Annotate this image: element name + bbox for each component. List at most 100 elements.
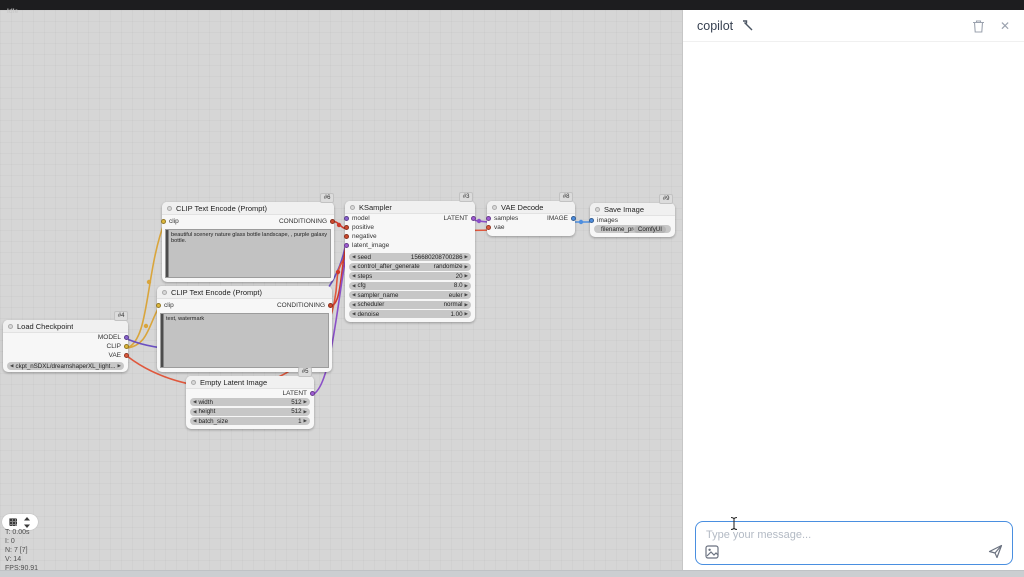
hammer-icon	[741, 19, 754, 32]
decrement-arrow-icon[interactable]: ◀	[352, 253, 355, 261]
input-port-model[interactable]	[344, 216, 349, 221]
collapse-dot-icon[interactable]	[350, 205, 355, 210]
output-port-clip[interactable]	[124, 344, 129, 349]
widget-cfg[interactable]: ◀cfg8.0▶	[349, 282, 471, 290]
node-ksampler[interactable]: #3 KSampler model LATENT positive negati…	[345, 201, 475, 322]
increment-arrow-icon[interactable]: ▶	[304, 398, 307, 406]
copilot-panel: copilot ✕	[682, 10, 1024, 577]
collapse-dot-icon[interactable]	[8, 324, 13, 329]
widget-seed[interactable]: ◀seed156680208700286▶	[349, 253, 471, 261]
widget-height[interactable]: ◀height512▶	[190, 408, 310, 416]
widget-width[interactable]: ◀width512▶	[190, 398, 310, 406]
increment-arrow-icon[interactable]: ▶	[118, 362, 121, 370]
widget-denoise[interactable]: ◀denoise1.00▶	[349, 310, 471, 318]
node-vae-decode[interactable]: #8 VAE Decode samples IMAGE vae	[487, 201, 575, 236]
increment-arrow-icon[interactable]: ▶	[465, 301, 468, 309]
output-port-conditioning[interactable]	[330, 219, 335, 224]
copilot-header: copilot ✕	[683, 10, 1024, 42]
node-load-checkpoint[interactable]: #4 Load Checkpoint MODEL CLIP VAE ◀ ckpt…	[3, 320, 128, 372]
decrement-arrow-icon[interactable]: ◀	[352, 272, 355, 280]
increment-arrow-icon[interactable]: ▶	[465, 263, 468, 271]
input-port-images[interactable]	[589, 218, 594, 223]
clear-chat-button[interactable]	[972, 19, 985, 33]
collapse-dot-icon[interactable]	[492, 205, 497, 210]
node-empty-latent-image[interactable]: #5 Empty Latent Image LATENT ◀width512▶ …	[186, 376, 314, 429]
node-badge: #3	[459, 192, 473, 202]
widget-batch-size[interactable]: ◀batch_size1▶	[190, 417, 310, 425]
widget-control-after-generate[interactable]: ◀control_after_generaterandomize▶	[349, 263, 471, 271]
decrement-arrow-icon[interactable]: ◀	[352, 282, 355, 290]
node-badge: #4	[114, 311, 128, 321]
chat-input-box[interactable]	[695, 521, 1013, 565]
input-port-clip[interactable]	[161, 219, 166, 224]
wire-dot	[579, 220, 583, 224]
port-label: model	[352, 215, 370, 222]
widget-sampler-name[interactable]: ◀sampler_nameeuler▶	[349, 291, 471, 299]
window-titlebar: Idle	[0, 0, 1024, 10]
widget-steps[interactable]: ◀steps20▶	[349, 272, 471, 280]
attach-image-icon[interactable]	[705, 545, 719, 559]
input-port-latent-image[interactable]	[344, 243, 349, 248]
input-port-vae[interactable]	[486, 225, 491, 230]
node-badge: #9	[659, 194, 673, 204]
port-label: clip	[164, 302, 174, 309]
decrement-arrow-icon[interactable]: ◀	[10, 362, 13, 370]
output-port-model[interactable]	[124, 335, 129, 340]
collapse-dot-icon[interactable]	[191, 380, 196, 385]
increment-arrow-icon[interactable]: ▶	[304, 417, 307, 425]
collapse-dot-icon[interactable]	[162, 290, 167, 295]
increment-arrow-icon[interactable]: ▶	[465, 272, 468, 280]
decrement-arrow-icon[interactable]: ◀	[193, 408, 196, 416]
output-port-latent[interactable]	[310, 391, 315, 396]
decrement-arrow-icon[interactable]: ◀	[352, 263, 355, 271]
node-badge: #6	[320, 193, 334, 203]
status-text: Idle	[0, 7, 18, 17]
input-port-negative[interactable]	[344, 234, 349, 239]
decrement-arrow-icon[interactable]: ◀	[193, 398, 196, 406]
widget-scheduler[interactable]: ◀schedulernormal▶	[349, 301, 471, 309]
port-label: MODEL	[98, 334, 121, 341]
text-cursor	[729, 516, 739, 531]
chat-message-input[interactable]	[696, 522, 1012, 544]
collapse-dot-icon[interactable]	[595, 207, 600, 212]
node-clip-text-encode-negative[interactable]: CLIP Text Encode (Prompt) clip CONDITION…	[157, 286, 332, 372]
decrement-arrow-icon[interactable]: ◀	[352, 301, 355, 309]
node-clip-text-encode-positive[interactable]: #6 CLIP Text Encode (Prompt) clip CONDIT…	[162, 202, 334, 282]
input-port-samples[interactable]	[486, 216, 491, 221]
increment-arrow-icon[interactable]: ▶	[304, 408, 307, 416]
increment-arrow-icon[interactable]: ▶	[465, 282, 468, 290]
send-icon[interactable]	[988, 544, 1003, 559]
increment-arrow-icon[interactable]: ▶	[465, 291, 468, 299]
port-label: CONDITIONING	[277, 302, 325, 309]
node-graph-canvas[interactable]: #4 Load Checkpoint MODEL CLIP VAE ◀ ckpt…	[0, 10, 682, 577]
decrement-arrow-icon[interactable]: ◀	[352, 291, 355, 299]
prompt-textarea[interactable]: beautiful scenery nature glass bottle la…	[165, 229, 331, 278]
input-port-positive[interactable]	[344, 225, 349, 230]
node-title: CLIP Text Encode (Prompt)	[171, 288, 262, 297]
increment-arrow-icon[interactable]: ▶	[465, 253, 468, 261]
widget-filename-prefix[interactable]: filename_prefix ComfyUI	[594, 225, 671, 233]
node-save-image[interactable]: #9 Save Image images filename_prefix Com…	[590, 203, 675, 237]
port-label: samples	[494, 215, 518, 222]
output-port-conditioning[interactable]	[328, 303, 333, 308]
vertical-arrows-icon[interactable]	[23, 517, 31, 528]
node-title: KSampler	[359, 203, 392, 212]
decrement-arrow-icon[interactable]: ◀	[193, 417, 196, 425]
collapse-dot-icon[interactable]	[167, 206, 172, 211]
close-panel-button[interactable]: ✕	[1000, 19, 1010, 33]
minimap-icon[interactable]	[9, 518, 17, 526]
port-label: VAE	[108, 352, 121, 359]
input-port-clip[interactable]	[156, 303, 161, 308]
stat-line: I: 0	[5, 537, 38, 546]
output-port-image[interactable]	[571, 216, 576, 221]
widget-ckpt-name[interactable]: ◀ ckpt_name SDXL/dreamshaperXL_light... …	[7, 362, 124, 370]
node-title: Empty Latent Image	[200, 378, 267, 387]
node-title: Load Checkpoint	[17, 322, 73, 331]
decrement-arrow-icon[interactable]: ◀	[352, 310, 355, 318]
node-title: VAE Decode	[501, 203, 543, 212]
output-port-latent[interactable]	[471, 216, 476, 221]
prompt-textarea[interactable]: text, watermark	[160, 313, 329, 368]
output-port-vae[interactable]	[124, 353, 129, 358]
port-label: LATENT	[283, 390, 307, 397]
increment-arrow-icon[interactable]: ▶	[465, 310, 468, 318]
